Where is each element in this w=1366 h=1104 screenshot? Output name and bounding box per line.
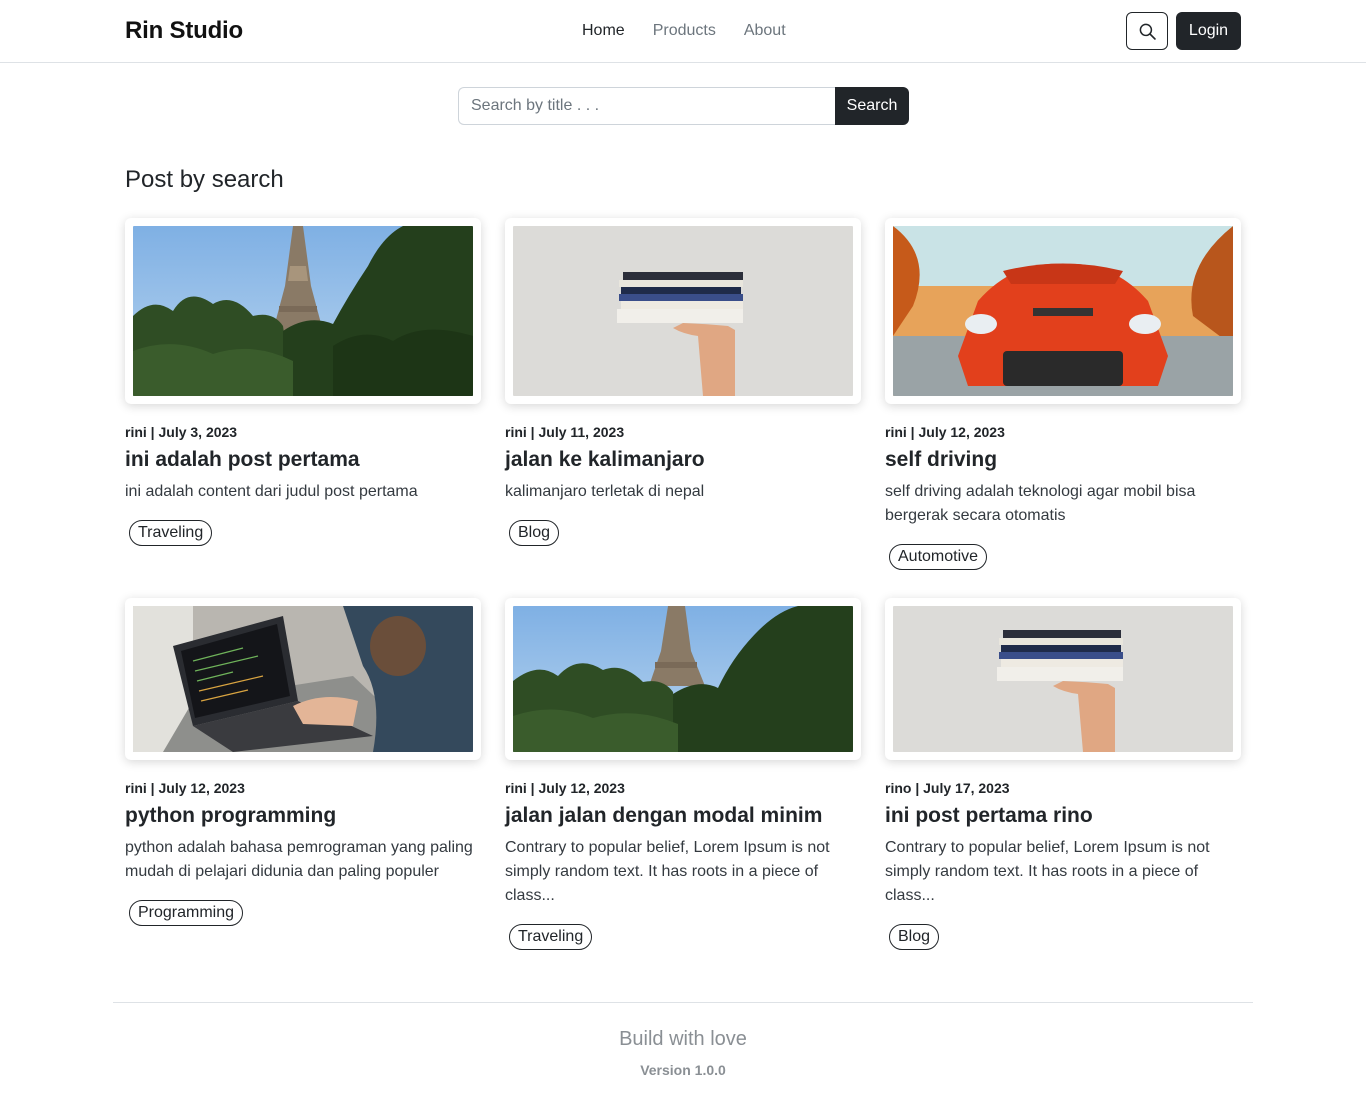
post-excerpt: Contrary to popular belief, Lorem Ipsum … (505, 839, 830, 904)
tag-badge[interactable]: Programming (129, 900, 244, 926)
post-title[interactable]: jalan ke kalimanjaro (505, 446, 861, 474)
search-icon (1139, 23, 1156, 40)
car-image (893, 226, 1233, 396)
footer-tagline: Build with love (619, 1028, 747, 1050)
post-meta: rini | July 12, 2023 (505, 780, 625, 796)
post-thumbnail[interactable] (885, 218, 1241, 404)
post-excerpt: ini adalah content dari judul post perta… (125, 483, 418, 500)
post-excerpt: kalimanjaro terletak di nepal (505, 483, 705, 500)
tag-badge[interactable]: Traveling (129, 520, 213, 546)
navbar: Rin Studio Home Products About Login (0, 0, 1366, 63)
eiffel-tower-image (513, 606, 853, 752)
nav-links: Home Products About (568, 22, 800, 40)
post-thumbnail[interactable] (885, 598, 1241, 760)
post-meta: rini | July 12, 2023 (125, 780, 245, 796)
post-excerpt: self driving adalah teknologi agar mobil… (885, 483, 1196, 524)
post-thumbnail[interactable] (125, 218, 481, 404)
nav-link-about[interactable]: About (730, 22, 800, 40)
tag-badge[interactable]: Automotive (889, 544, 988, 570)
post-title[interactable]: jalan jalan dengan modal minim (505, 802, 861, 830)
post-meta: rini | July 11, 2023 (505, 424, 625, 440)
post-card[interactable]: rini | July 12, 2023 self driving self d… (885, 218, 1241, 570)
post-thumbnail[interactable] (125, 598, 481, 760)
post-card[interactable]: rini | July 11, 2023 jalan ke kalimanjar… (505, 218, 861, 546)
brand-logo[interactable]: Rin Studio (125, 17, 243, 45)
search-input[interactable] (458, 87, 835, 125)
page-title: Post by search (125, 166, 284, 193)
post-thumbnail[interactable] (505, 218, 861, 404)
tag-badge[interactable]: Blog (509, 520, 560, 546)
post-card[interactable]: rini | July 3, 2023 ini adalah post pert… (125, 218, 481, 546)
post-thumbnail[interactable] (505, 598, 861, 760)
post-title[interactable]: ini adalah post pertama (125, 446, 481, 474)
post-card[interactable]: rini | July 12, 2023 jalan jalan dengan … (505, 598, 861, 950)
post-meta: rino | July 17, 2023 (885, 780, 1010, 796)
eiffel-tower-image (133, 226, 473, 396)
post-meta: rini | July 12, 2023 (885, 424, 1005, 440)
tag-badge[interactable]: Blog (889, 924, 940, 950)
footer-version: Version 1.0.0 (640, 1062, 726, 1078)
post-meta: rini | July 3, 2023 (125, 424, 238, 440)
tag-badge[interactable]: Traveling (509, 924, 593, 950)
post-card[interactable]: rino | July 17, 2023 ini post pertama ri… (885, 598, 1241, 950)
nav-link-products[interactable]: Products (639, 22, 730, 40)
books-image (893, 606, 1233, 752)
nav-link-home[interactable]: Home (568, 22, 639, 40)
post-title[interactable]: self driving (885, 446, 1241, 474)
post-title[interactable]: python programming (125, 802, 481, 830)
laptop-image (133, 606, 473, 752)
books-image (513, 226, 853, 396)
post-title[interactable]: ini post pertama rino (885, 802, 1241, 830)
post-card[interactable]: rini | July 12, 2023 python programming … (125, 598, 481, 926)
login-button[interactable]: Login (1176, 12, 1241, 50)
search-button[interactable]: Search (835, 87, 909, 125)
search-icon-button[interactable] (1126, 12, 1168, 50)
footer-divider (113, 1002, 1253, 1003)
post-excerpt: python adalah bahasa pemrograman yang pa… (125, 839, 473, 880)
search-form: Search (458, 87, 909, 125)
post-excerpt: Contrary to popular belief, Lorem Ipsum … (885, 839, 1210, 904)
